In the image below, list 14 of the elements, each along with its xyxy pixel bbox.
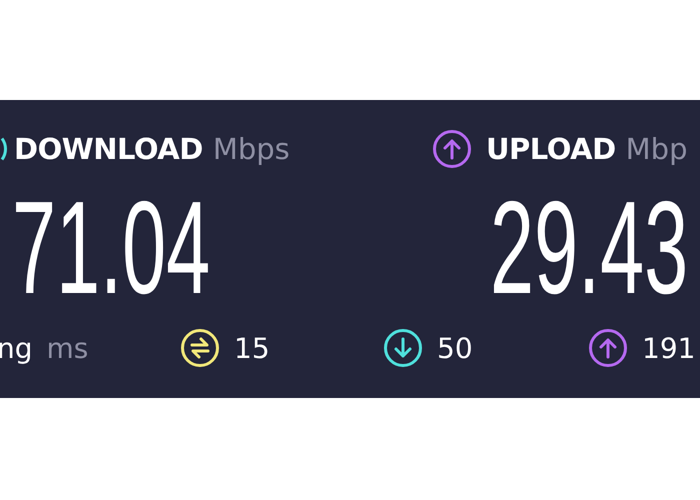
unit-label: Mbp	[626, 132, 688, 166]
latency-value: 191	[642, 332, 696, 364]
upload-speed: 29.43	[490, 182, 688, 314]
arrow-down-icon	[383, 328, 423, 368]
download-speed: 71.04	[12, 182, 210, 314]
unit-label: Mbps	[212, 132, 290, 166]
arrow-up-icon	[432, 129, 472, 169]
upload-label: UPLOAD	[486, 132, 616, 166]
download-label: DOWNLOAD	[14, 132, 203, 166]
unit-label: ms	[46, 332, 88, 364]
arrow-up-icon	[588, 328, 628, 368]
jitter-icon	[180, 328, 220, 368]
latency-value: 15	[234, 332, 270, 364]
latency-value: 50	[437, 332, 473, 364]
